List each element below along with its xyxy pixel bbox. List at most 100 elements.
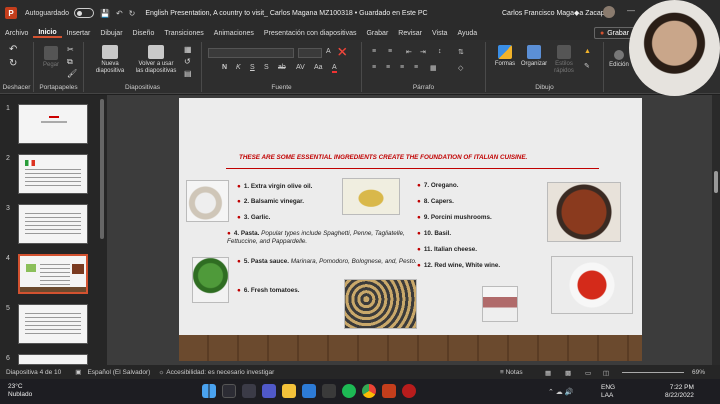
tab-animaciones[interactable]: Animaciones (209, 30, 259, 37)
pasta-types-image[interactable] (344, 279, 417, 329)
change-case-button[interactable]: Aa (314, 64, 323, 71)
bullets-icon[interactable]: ≡ (372, 48, 376, 55)
thumbnails-scrollbar[interactable] (100, 99, 104, 239)
reset-button[interactable]: ↺ (184, 58, 191, 66)
spellcheck-icon[interactable]: ▣ (75, 368, 81, 376)
format-painter-button[interactable]: 🖌 (67, 70, 77, 78)
powerpoint-icon[interactable] (382, 384, 396, 398)
list-item[interactable]: ● 2. Balsamic vinegar. (237, 198, 417, 206)
reuse-slides-button[interactable]: Volver a usar las diapositivas (134, 45, 178, 75)
document-title[interactable]: English Presentation, A country to visit… (145, 10, 427, 17)
slide-thumbnail-2[interactable] (18, 154, 88, 194)
garlic-image[interactable] (186, 180, 229, 222)
zoom-slider[interactable] (622, 372, 684, 373)
fill-icon[interactable]: ▲ (584, 48, 591, 55)
underline-button[interactable]: S (250, 64, 255, 71)
font-name-field[interactable] (208, 48, 294, 58)
cheese-image[interactable] (482, 286, 518, 322)
list-item[interactable]: ● 8. Capers. (417, 198, 537, 206)
shapes-button[interactable]: Formas (492, 45, 518, 68)
tab-revisar[interactable]: Revisar (393, 30, 427, 37)
justify-icon[interactable]: ≡ (414, 64, 418, 71)
text-direction-icon[interactable]: ⇅ (458, 48, 464, 56)
slide-thumbnail-5[interactable] (18, 304, 88, 344)
tomato-sauce-image[interactable] (551, 256, 633, 314)
user-name[interactable]: Carlos Francisco Maga◆a Zacapa (502, 9, 609, 17)
tab-dibujar[interactable]: Dibujar (95, 30, 127, 37)
align-right-icon[interactable]: ≡ (400, 64, 404, 71)
smartart-icon[interactable]: ◇ (458, 64, 463, 72)
language-indicator[interactable]: ENG LAA (601, 384, 615, 400)
list-item[interactable]: ● 6. Fresh tomatoes. (237, 287, 337, 295)
section-button[interactable]: ▤ (184, 70, 192, 78)
zoom-level[interactable]: 69% (692, 369, 705, 376)
tab-grabar[interactable]: Grabar (361, 30, 393, 37)
view-reading-icon[interactable]: ▭ (585, 369, 591, 377)
copy-button[interactable]: ⧉ (67, 58, 73, 66)
redo-button[interactable]: ↻ (9, 59, 17, 69)
view-normal-icon[interactable]: ▦ (545, 369, 551, 377)
edit-button[interactable]: Edición (606, 50, 632, 69)
arrange-button[interactable]: Organizar (520, 45, 548, 68)
clear-format-icon[interactable]: ❌ (338, 48, 347, 56)
list-item[interactable]: ● 5. Pasta sauce. Marinara, Pomodoro, Bol… (237, 258, 417, 266)
tab-ayuda[interactable]: Ayuda (452, 30, 482, 37)
undo-icon[interactable]: ↶ (116, 9, 123, 18)
recorder-icon[interactable] (402, 384, 416, 398)
tab-archivo[interactable]: Archivo (0, 30, 33, 37)
grow-font-button[interactable]: A (326, 48, 331, 55)
teams-icon[interactable] (262, 384, 276, 398)
weather-widget[interactable]: 23°C Nublado (8, 383, 32, 399)
record-button[interactable]: ● Grabar (594, 27, 636, 39)
save-icon[interactable]: 💾 (100, 9, 110, 18)
increase-indent-icon[interactable]: ⇥ (420, 48, 426, 56)
align-center-icon[interactable]: ≡ (386, 64, 390, 71)
slide-thumbnail-1[interactable] (18, 104, 88, 144)
list-item[interactable]: ● 11. Italian cheese. (417, 246, 537, 254)
outline-icon[interactable]: ✎ (584, 62, 590, 70)
canvas-scrollbar[interactable] (712, 95, 720, 365)
view-sorter-icon[interactable]: ▩ (565, 369, 571, 377)
spacing-button[interactable]: AV (296, 64, 305, 71)
avatar[interactable] (603, 6, 615, 18)
list-item[interactable]: ● 1. Extra virgin olive oil. (237, 183, 417, 191)
list-item[interactable]: ● 10. Basil. (417, 230, 537, 238)
bold-button[interactable]: N (222, 64, 227, 71)
list-item[interactable]: ● 3. Garlic. (237, 214, 417, 222)
file-explorer-icon[interactable] (282, 384, 296, 398)
tab-vista[interactable]: Vista (427, 30, 452, 37)
quick-styles-button[interactable]: Estilos rápidos (550, 45, 578, 75)
spotify-icon[interactable] (342, 384, 356, 398)
view-slideshow-icon[interactable]: ◫ (603, 369, 609, 377)
chrome-icon[interactable] (362, 384, 376, 398)
slide-title[interactable]: THESE ARE SOME ESSENTIAL INGREDIENTS CRE… (239, 154, 527, 161)
language-status[interactable]: Español (El Salvador) (87, 369, 150, 376)
current-slide[interactable]: THESE ARE SOME ESSENTIAL INGREDIENTS CRE… (179, 98, 642, 361)
accessibility-status[interactable]: Accesibilidad: es necesario investigar (166, 369, 274, 376)
list-item[interactable]: ● 4. Pasta. Popular types include Spaghet… (227, 230, 417, 246)
layout-button[interactable]: ▦ (184, 46, 192, 54)
start-icon[interactable] (202, 384, 216, 398)
bolognese-image[interactable] (547, 182, 621, 242)
list-item[interactable]: ● 9. Porcini mushrooms. (417, 214, 537, 222)
shadow-button[interactable]: S (264, 64, 269, 71)
slide-thumbnail-4[interactable] (18, 254, 88, 294)
numbering-icon[interactable]: ≡ (388, 48, 392, 55)
undo-button[interactable]: ↶ (9, 45, 17, 55)
paste-button[interactable]: Pegar (39, 46, 63, 69)
cut-button[interactable]: ✂ (67, 46, 74, 54)
autosave-toggle[interactable] (73, 8, 94, 18)
tab-diseno[interactable]: Diseño (128, 30, 160, 37)
slide-thumbnail-3[interactable] (18, 204, 88, 244)
notes-button[interactable]: ≡ Notas (500, 369, 523, 376)
tab-inicio[interactable]: Inicio (33, 29, 62, 38)
task-view-icon[interactable] (242, 384, 256, 398)
columns-icon[interactable]: ▦ (430, 64, 437, 72)
store-icon[interactable] (322, 384, 336, 398)
align-left-icon[interactable]: ≡ (372, 64, 376, 71)
line-spacing-icon[interactable]: ↕ (438, 48, 442, 55)
list-item[interactable]: ● 12. Red wine, White wine. (417, 262, 547, 270)
slide-thumbnail-6[interactable] (18, 354, 88, 365)
clock[interactable]: 7:22 PM 8/22/2022 (665, 384, 694, 400)
new-slide-button[interactable]: Nueva diapositiva (88, 45, 132, 75)
